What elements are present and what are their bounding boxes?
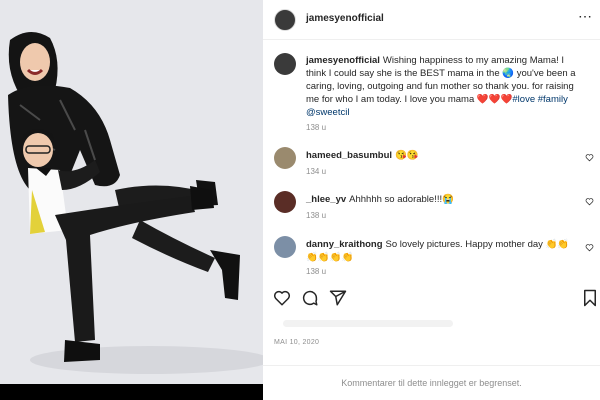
post-date[interactable]: MAI 10, 2020 xyxy=(274,339,319,346)
comment-time[interactable]: 138 u xyxy=(306,267,326,276)
caption-username[interactable]: jamesyenofficial xyxy=(306,55,380,66)
comment-avatar[interactable] xyxy=(274,236,296,258)
comment-avatar[interactable] xyxy=(274,191,296,213)
comment-item: _hlee_yv Ahhhhh so adorable!!!😭 xyxy=(306,193,582,206)
comment-item: danny_kraithong So lovely pictures. Happy… xyxy=(306,238,582,264)
comment-icon[interactable] xyxy=(301,289,319,307)
heart-icon[interactable] xyxy=(585,153,594,162)
author-avatar[interactable] xyxy=(274,9,296,31)
heart-icon[interactable] xyxy=(585,243,594,252)
comment-time[interactable]: 134 u xyxy=(306,167,326,176)
post-side-panel: jamesyenofficial ⋯ jamesyenofficial Wishi… xyxy=(263,0,600,400)
likes-placeholder xyxy=(283,320,453,327)
post-photo[interactable] xyxy=(0,0,263,384)
comment-item: hameed_basumbul 😘😘 xyxy=(306,149,582,162)
comment-time[interactable]: 138 u xyxy=(306,211,326,220)
caption-text: jamesyenofficial Wishing happiness to my … xyxy=(306,54,582,119)
heart-icon[interactable] xyxy=(273,289,291,307)
author-username[interactable]: jamesyenofficial xyxy=(306,13,384,24)
comment-username[interactable]: danny_kraithong xyxy=(306,239,383,250)
bookmark-icon[interactable] xyxy=(581,289,599,307)
comments-list[interactable]: jamesyenofficial Wishing happiness to my … xyxy=(263,41,600,279)
heart-icon[interactable] xyxy=(585,197,594,206)
comment-text: 😘😘 xyxy=(395,150,419,161)
comments-limited-notice: Kommentarer til dette innlegget er begre… xyxy=(341,378,522,388)
comment-footer: Kommentarer til dette innlegget er begre… xyxy=(263,365,600,400)
comment-avatar[interactable] xyxy=(274,147,296,169)
comment-text: Ahhhhh so adorable!!!😭 xyxy=(349,194,454,205)
caption-hashtags[interactable]: #love #family xyxy=(512,94,567,105)
more-icon[interactable]: ⋯ xyxy=(578,9,592,23)
photo-mother-and-son xyxy=(0,0,263,384)
share-icon[interactable] xyxy=(329,289,347,307)
action-bar xyxy=(263,285,600,309)
post-dialog: jamesyenofficial ⋯ jamesyenofficial Wishi… xyxy=(0,0,600,400)
caption-mention[interactable]: @sweetcil xyxy=(306,107,349,118)
post-header: jamesyenofficial ⋯ xyxy=(263,0,600,40)
comment-username[interactable]: _hlee_yv xyxy=(306,194,346,205)
comment-username[interactable]: hameed_basumbul xyxy=(306,150,392,161)
caption-time[interactable]: 138 u xyxy=(306,123,326,132)
caption-avatar[interactable] xyxy=(274,53,296,75)
